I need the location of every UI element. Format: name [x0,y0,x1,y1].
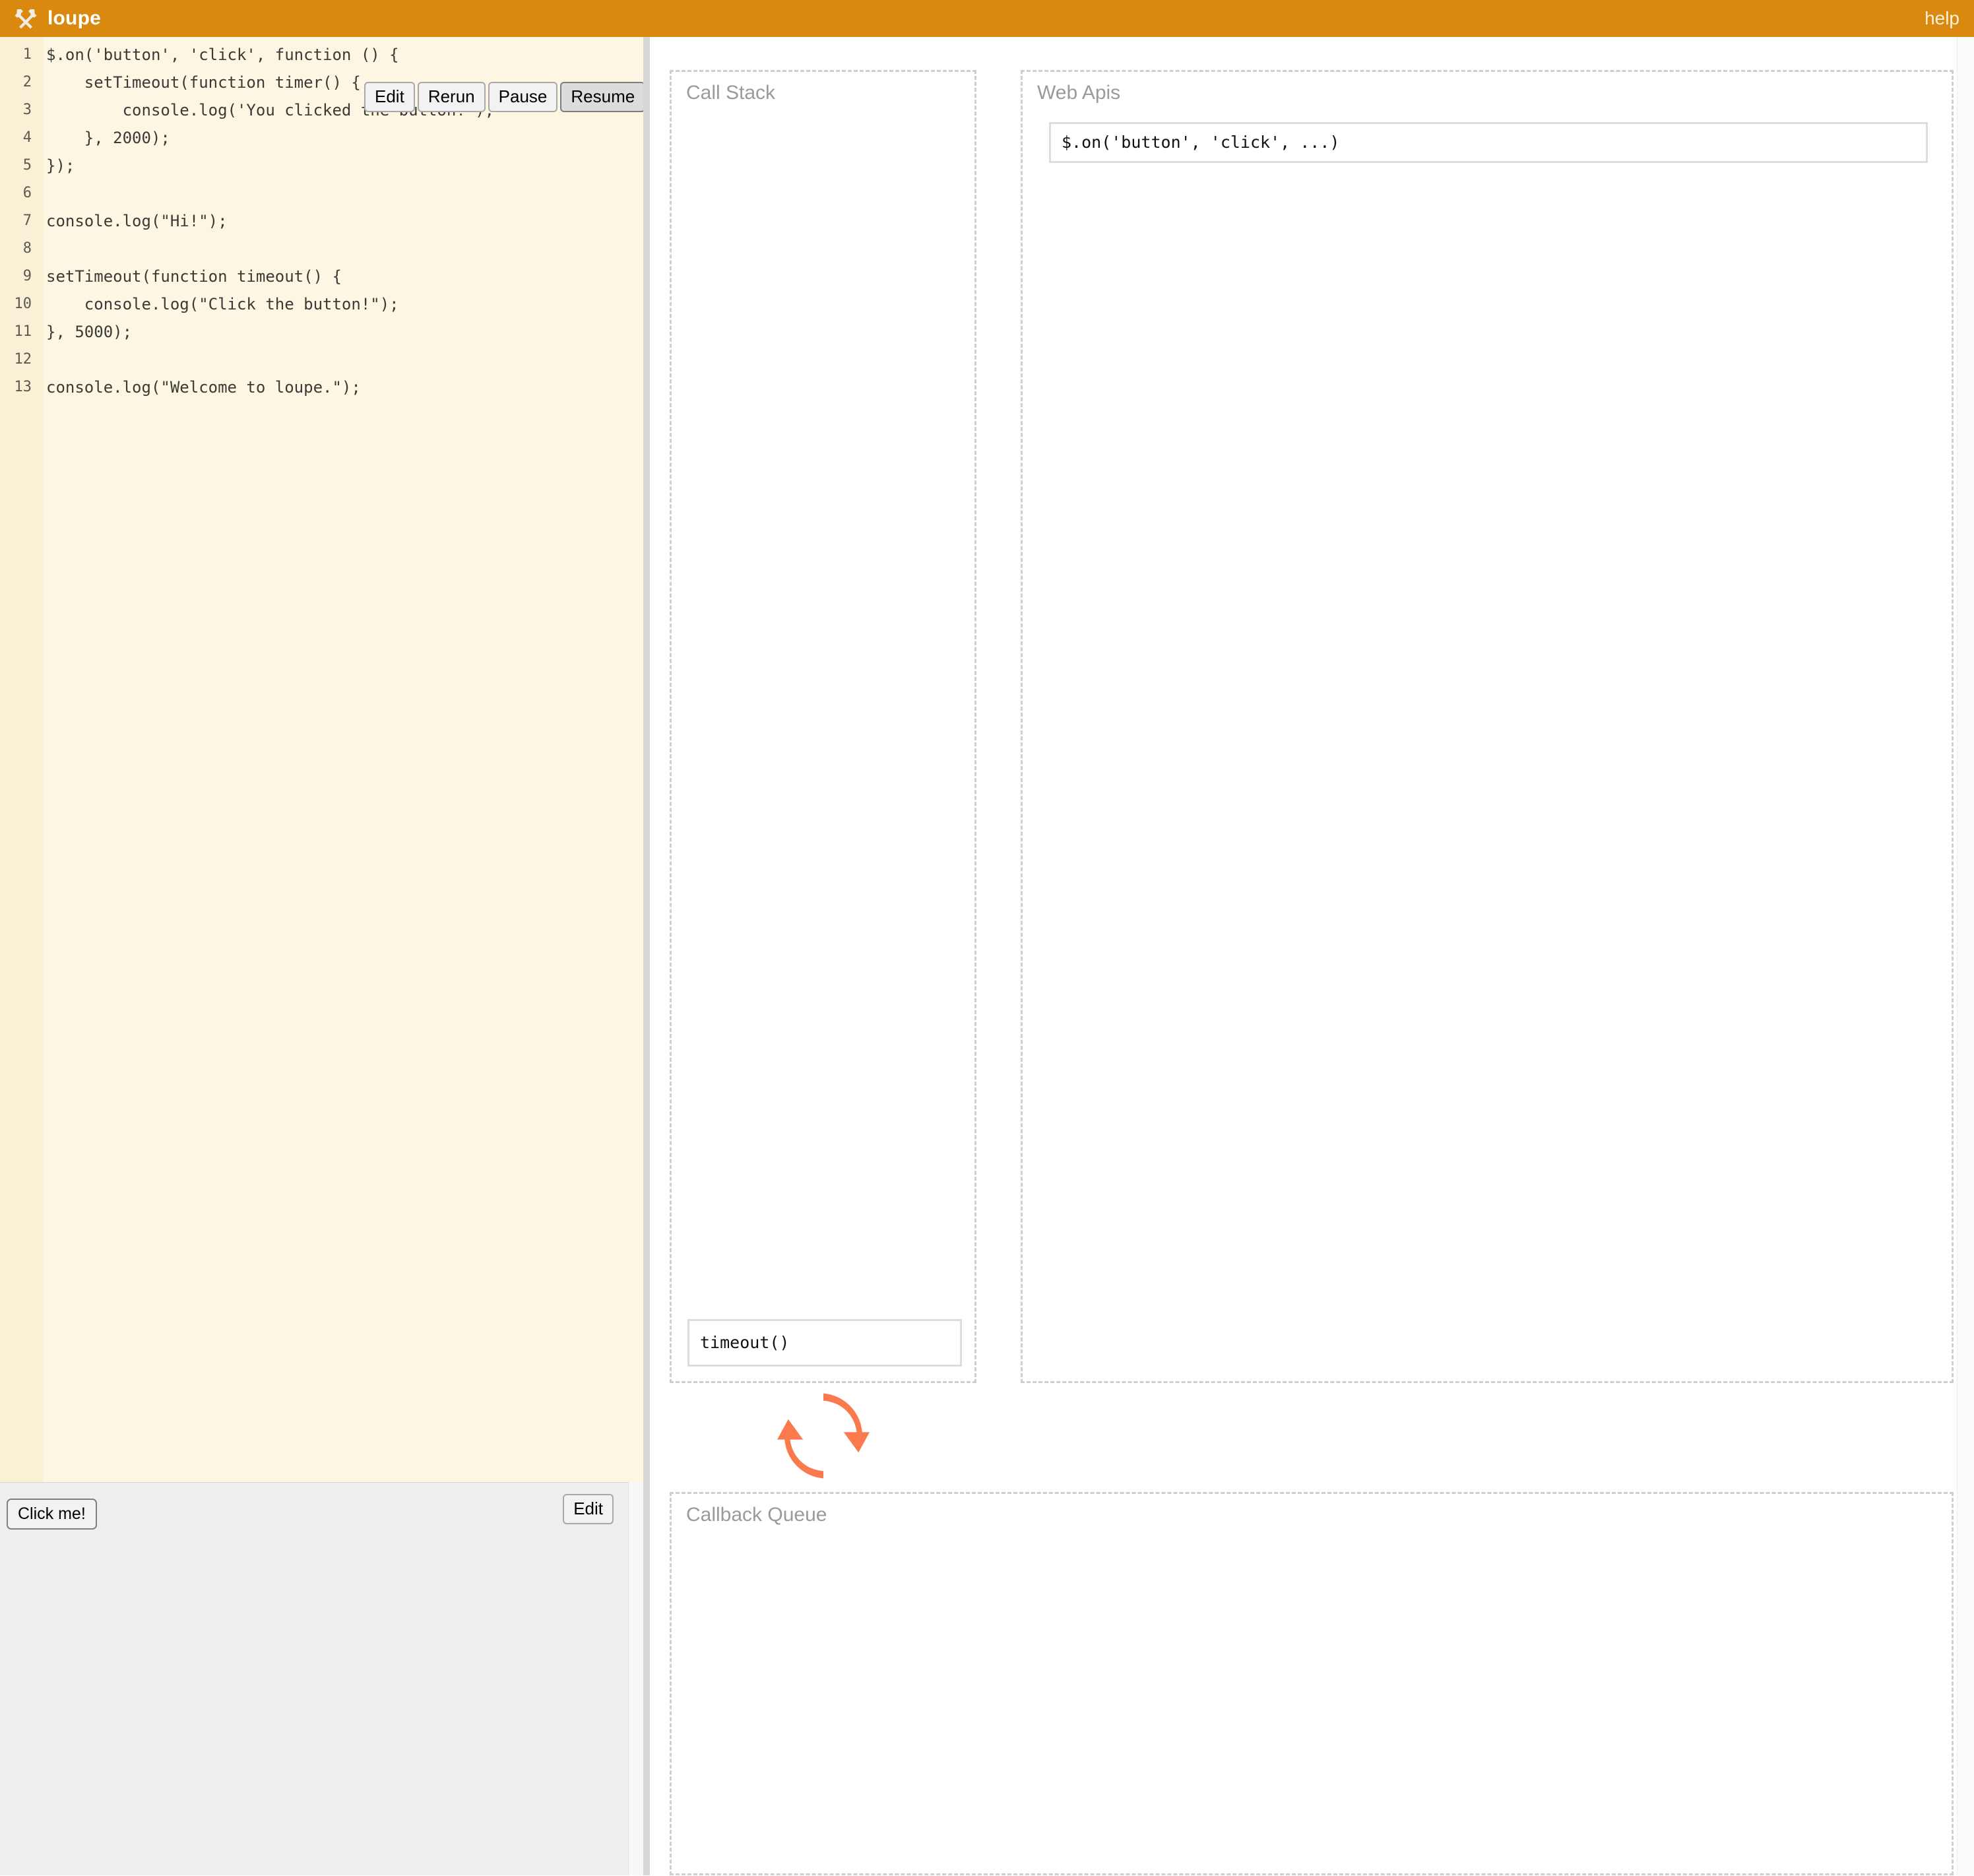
help-link[interactable]: help [1925,9,1959,28]
code-line-text: }, 2000); [46,129,170,147]
code-line-number: 9 [22,268,32,284]
code-line-text: console.log("Click the button!"); [46,295,399,313]
rerun-button[interactable]: Rerun [417,82,486,112]
call-stack-title: Call Stack [686,82,776,104]
code-line-text: }); [46,156,75,175]
code-line: 10 console.log("Click the button!"); [0,290,643,318]
code-line-number: 1 [22,46,32,63]
vertical-divider [643,37,650,1875]
click-me-button[interactable]: Click me! [7,1499,97,1530]
app-header: loupe help [0,0,1974,37]
code-line-number: 4 [22,129,32,146]
code-line: 1 $.on('button', 'click', function () { [0,41,643,69]
code-line-number: 11 [14,323,32,340]
code-line-text: setTimeout(function timeout() { [46,267,342,286]
code-line: 7 console.log("Hi!"); [0,207,643,235]
editor-toolbar: Edit Rerun Pause Resume [364,82,643,112]
code-line-number: 7 [22,212,32,229]
code-line-number: 2 [22,74,32,90]
pause-button[interactable]: Pause [488,82,558,112]
code-line: 8 [0,235,643,263]
code-line-text: }, 5000); [46,323,133,341]
code-line-text: $.on('button', 'click', function () { [46,46,399,64]
app-title: loupe [48,7,101,29]
event-loop-icon [777,1390,870,1482]
code-line-text: setTimeout(function timer() { [46,73,361,92]
code-line: 12 [0,346,643,373]
code-line-number: 3 [22,102,32,118]
call-stack-frame: timeout() [687,1319,962,1367]
code-line: 11 }, 5000); [0,318,643,346]
code-line-number: 10 [14,296,32,312]
console-scrollbar[interactable] [628,1482,643,1875]
code-line-number: 13 [14,379,32,395]
code-line: 4 }, 2000); [0,124,643,152]
code-line-number: 6 [22,185,32,201]
right-column: Call Stack timeout() Web Apis $.on('butt… [650,37,1974,1875]
edit-button[interactable]: Edit [364,82,415,112]
console-output [0,1543,628,1876]
code-line: 6 [0,179,643,207]
brand: loupe [15,7,101,30]
resume-button[interactable]: Resume [560,82,643,112]
console-toolbar: Click me! Edit [0,1483,628,1543]
code-line-number: 5 [22,157,32,174]
callback-queue-title: Callback Queue [686,1504,827,1526]
code-line-number: 12 [14,351,32,368]
crossed-hammers-icon [15,7,37,30]
code-line: 13 console.log("Welcome to loupe."); [0,373,643,401]
web-apis-title: Web Apis [1037,82,1121,104]
console-pane: Click me! Edit [0,1482,628,1875]
code-line: 5}); [0,152,643,179]
web-apis-panel: Web Apis $.on('button', 'click', ...) [1021,70,1954,1383]
callback-queue-panel: Callback Queue [670,1492,1954,1875]
code-line-text: console.log("Welcome to loupe."); [46,378,361,397]
call-stack-panel: Call Stack timeout() [670,70,976,1383]
console-edit-button[interactable]: Edit [563,1494,614,1524]
code-editor[interactable]: 1 $.on('button', 'click', function () {2 … [0,37,643,1482]
left-column: 1 $.on('button', 'click', function () {2 … [0,37,643,1875]
code-line-text: console.log("Hi!"); [46,212,228,230]
right-panel-scrollbar[interactable] [1957,37,1974,1875]
code-line: 9 setTimeout(function timeout() { [0,263,643,290]
code-line-number: 8 [22,240,32,257]
web-api-item: $.on('button', 'click', ...) [1049,122,1928,163]
